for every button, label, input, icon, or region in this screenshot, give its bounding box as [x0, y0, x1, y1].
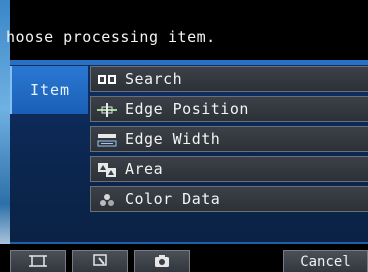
page-title: hoose processing item. — [6, 28, 216, 46]
color-data-icon — [97, 191, 117, 207]
frame-button[interactable] — [10, 250, 66, 272]
menu-item-label: Color Data — [125, 190, 221, 208]
edge-width-icon — [97, 131, 117, 147]
search-pattern-icon — [97, 71, 117, 87]
edge-position-icon — [97, 101, 117, 117]
camera-button[interactable] — [134, 250, 190, 272]
menu-item-label: Search — [125, 70, 183, 88]
menu-item-label: Edge Width — [125, 130, 221, 148]
tab-item[interactable]: Item — [10, 66, 88, 114]
menu-item-edge-width[interactable]: Edge Width — [90, 126, 368, 152]
menu-item-area[interactable]: Area — [90, 156, 368, 182]
zoom-icon — [73, 254, 127, 268]
area-icon — [97, 161, 117, 177]
screen: hoose processing item. Item Search Edge … — [0, 0, 368, 272]
cancel-button[interactable]: Cancel — [283, 250, 368, 272]
menu-item-color-data[interactable]: Color Data — [90, 186, 368, 212]
frame-icon — [11, 254, 65, 268]
menu-item-edge-position[interactable]: Edge Position — [90, 96, 368, 122]
menu-item-label: Edge Position — [125, 100, 249, 118]
camera-icon — [135, 254, 189, 268]
zoom-button[interactable] — [72, 250, 128, 272]
menu-item-label: Area — [125, 160, 164, 178]
menu-item-search[interactable]: Search — [90, 66, 368, 92]
